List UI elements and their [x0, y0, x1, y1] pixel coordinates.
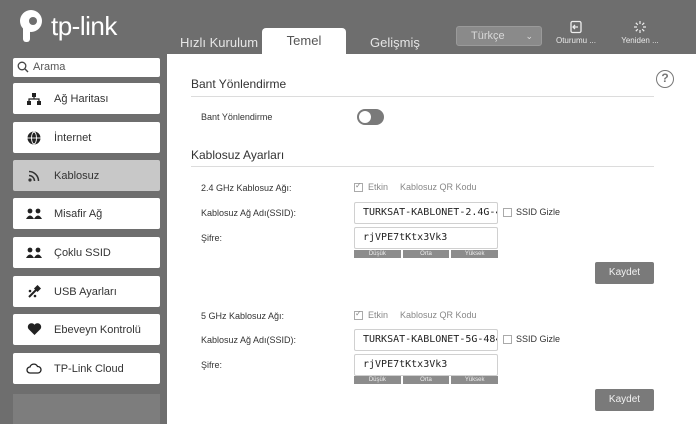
band24-hide-ssid-label: SSID Gizle	[516, 207, 561, 217]
reboot-button[interactable]: Yeniden ...	[612, 20, 668, 45]
sidebar-item-label: USB Ayarları	[54, 285, 117, 298]
sidebar-item-internet[interactable]: İnternet	[13, 122, 160, 153]
band-steering-toggle[interactable]	[357, 109, 384, 125]
sidebar-item-multi-ssid[interactable]: Çoklu SSID	[13, 237, 160, 268]
section-divider	[191, 96, 654, 97]
sidebar-item-guest-network[interactable]: Misafir Ağ	[13, 198, 160, 229]
band24-hide-ssid-checkbox[interactable]	[503, 208, 512, 217]
network-map-icon	[26, 91, 42, 107]
logout-button[interactable]: Oturumu ...	[548, 20, 604, 45]
strength-low: Düşük	[354, 376, 401, 384]
band5-password-label: Şifre:	[201, 360, 223, 370]
sidebar-bottom-area	[13, 394, 160, 424]
sidebar-item-label: Misafir Ağ	[54, 207, 103, 220]
sidebar-item-wireless[interactable]: Kablosuz	[13, 160, 160, 191]
strength-low: Düşük	[354, 250, 401, 258]
band24-qr-code-link[interactable]: Kablosuz QR Kodu	[400, 182, 477, 192]
band24-password-input[interactable]: rjVPE7tKtx3Vk3	[354, 227, 498, 249]
band5-ssid-label: Kablosuz Ağ Adı(SSID):	[201, 335, 297, 345]
band5-password-input[interactable]: rjVPE7tKtx3Vk3	[354, 354, 498, 376]
band5-hide-ssid-label: SSID Gizle	[516, 334, 561, 344]
help-icon[interactable]: ?	[656, 70, 674, 88]
sidebar-item-label: Çoklu SSID	[54, 246, 111, 259]
band5-qr-code-link[interactable]: Kablosuz QR Kodu	[400, 310, 477, 320]
band5-enable-label: Etkin	[368, 310, 389, 320]
strength-medium: Orta	[402, 250, 450, 258]
band5-password-strength: Düşük Orta Yüksek	[354, 376, 499, 384]
sidebar-item-label: Kablosuz	[54, 169, 100, 182]
sidebar-item-usb-settings[interactable]: USB Ayarları	[13, 276, 160, 307]
wifi-icon	[26, 168, 42, 184]
toggle-knob	[359, 111, 371, 123]
band5-ssid-input[interactable]: TURKSAT-KABLONET-5G-484	[354, 329, 498, 351]
band24-password-label: Şifre:	[201, 233, 223, 243]
tp-link-logo: tp-link	[14, 9, 117, 43]
sidebar-item-label: Ağ Haritası	[54, 92, 109, 105]
sidebar-item-label: TP-Link Cloud	[54, 362, 124, 375]
sidebar-item-label: İnternet	[54, 131, 92, 144]
sidebar-item-label: Ebeveyn Kontrolü	[54, 323, 141, 336]
tab-advanced[interactable]: Gelişmiş	[370, 35, 420, 50]
band5-save-button[interactable]: Kaydet	[595, 389, 654, 411]
search-icon	[17, 61, 29, 73]
cloud-icon	[26, 361, 42, 377]
sidebar-item-parental-control[interactable]: Ebeveyn Kontrolü	[13, 314, 160, 345]
band24-enable-checkbox[interactable]	[354, 181, 363, 192]
band24-ssid-input[interactable]: TURKSAT-KABLONET-2.4G-48	[354, 202, 498, 224]
logout-label: Oturumu ...	[555, 36, 596, 45]
guest-users-icon	[26, 206, 42, 222]
globe-icon	[26, 130, 42, 146]
search-input[interactable]: Arama	[13, 58, 160, 77]
chevron-down-icon: ⌄	[525, 31, 533, 41]
band-steering-section-title: Bant Yönlendirme	[191, 77, 287, 91]
section-divider	[191, 166, 654, 167]
band24-save-button[interactable]: Kaydet	[595, 262, 654, 284]
strength-medium: Orta	[402, 376, 450, 384]
tab-quick-setup[interactable]: Hızlı Kurulum	[180, 35, 258, 50]
band-steering-label: Bant Yönlendirme	[201, 112, 273, 122]
language-select[interactable]: Türkçe ⌄	[456, 26, 542, 46]
band5-hide-ssid-checkbox[interactable]	[503, 335, 512, 344]
logo-text: tp-link	[51, 10, 117, 41]
usb-icon	[26, 284, 42, 300]
reboot-label: Yeniden ...	[621, 36, 659, 45]
band24-network-label: 2.4 GHz Kablosuz Ağı:	[201, 183, 292, 193]
search-placeholder: Arama	[33, 61, 66, 73]
top-header: tp-link Hızlı Kurulum Temel Gelişmiş Tür…	[0, 0, 696, 54]
reboot-icon	[634, 21, 646, 33]
band5-network-label: 5 GHz Kablosuz Ağı:	[201, 311, 285, 321]
strength-high: Yüksek	[451, 250, 499, 258]
band5-enable-checkbox[interactable]	[354, 309, 363, 320]
sidebar-item-network-map[interactable]: Ağ Haritası	[13, 83, 160, 114]
tab-basic[interactable]: Temel	[262, 28, 346, 54]
heart-icon	[26, 322, 42, 338]
sidebar-item-tp-link-cloud[interactable]: TP-Link Cloud	[13, 353, 160, 384]
band24-password-strength: Düşük Orta Yüksek	[354, 250, 499, 258]
band24-enable-label: Etkin	[368, 182, 389, 192]
band24-ssid-label: Kablosuz Ağ Adı(SSID):	[201, 208, 297, 218]
tp-link-logo-icon	[20, 10, 42, 42]
strength-high: Yüksek	[451, 376, 499, 384]
wireless-settings-section-title: Kablosuz Ayarları	[191, 148, 285, 162]
multi-users-icon	[26, 245, 42, 261]
logout-icon	[570, 20, 582, 34]
language-value: Türkçe	[471, 30, 505, 42]
